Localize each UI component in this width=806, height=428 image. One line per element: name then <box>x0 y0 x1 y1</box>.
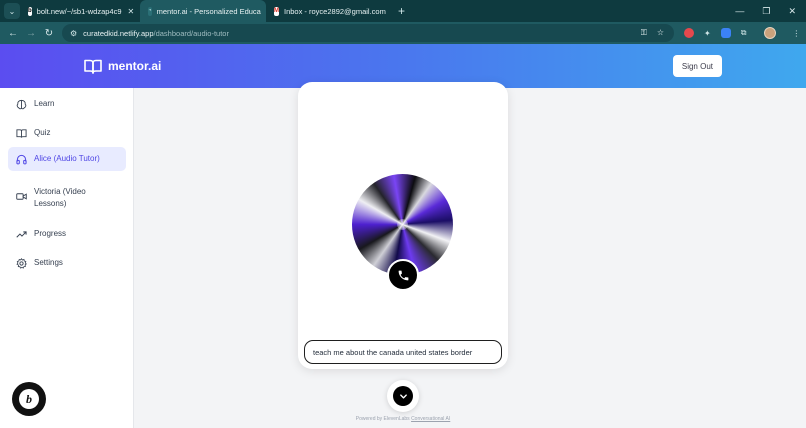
tab-bolt[interactable]: b bolt.new/~/sb1-wdzap4c9 ✕ <box>20 0 140 22</box>
password-key-icon[interactable]: ⚿ <box>641 28 647 38</box>
close-icon[interactable]: ✕ <box>386 7 393 16</box>
back-icon[interactable]: ← <box>4 28 22 39</box>
gear-icon <box>16 258 27 269</box>
bolt-favicon-icon: b <box>28 6 32 16</box>
tab-mentor[interactable]: ◔ mentor.ai - Personalized Educa ✕ <box>140 0 266 22</box>
powered-by-text: Powered by ElevenLabs Conversational AI <box>340 416 466 422</box>
profile-avatar[interactable] <box>764 27 777 39</box>
close-icon[interactable]: ✕ <box>122 7 135 16</box>
video-icon <box>16 193 27 200</box>
powered-by-link[interactable]: Conversational AI <box>411 416 450 422</box>
sidebar-item-audio-tutor[interactable]: Alice (Audio Tutor) <box>8 147 126 171</box>
collapse-widget-button[interactable] <box>387 380 419 412</box>
sidebar-item-label: Settings <box>34 258 63 267</box>
sidebar-item-video-lessons[interactable]: Victoria (Video Lessons) <box>8 180 126 217</box>
bolt-b-icon: b <box>19 389 39 409</box>
extension-sparkle-icon[interactable]: ✦ <box>704 29 711 38</box>
chevron-down-icon <box>393 386 413 406</box>
book-open-icon <box>84 59 102 74</box>
tab-title: mentor.ai - Personalized Educa <box>156 6 261 16</box>
book-open-icon <box>16 129 27 138</box>
extensions-area: ✦ ⧉ ⋮ <box>684 27 800 39</box>
tab-title: bolt.new/~/sb1-wdzap4c9 <box>36 6 122 16</box>
forward-icon[interactable]: → <box>22 28 40 39</box>
restore-icon[interactable]: ❐ <box>762 6 770 17</box>
sidebar-item-label: Alice (Audio Tutor) <box>34 154 100 163</box>
sign-out-button[interactable]: Sign Out <box>672 55 722 77</box>
address-bar[interactable]: ⚙ curatedkid.netlify.app/dashboard/audio… <box>62 24 674 42</box>
tab-gmail[interactable]: M Inbox - royce2892@gmail.com ✕ <box>266 0 392 22</box>
minimize-icon[interactable]: — <box>735 6 744 17</box>
brain-icon <box>16 99 27 110</box>
trending-up-icon <box>16 231 27 238</box>
sidebar-item-label: Progress <box>34 229 67 238</box>
browser-tab-strip: ⌄ b bolt.new/~/sb1-wdzap4c9 ✕ ◔ mentor.a… <box>0 0 806 22</box>
sidebar: Learn Quiz Alice (Audio Tutor) Victoria … <box>0 88 134 428</box>
sidebar-item-quiz[interactable]: Quiz <box>8 121 126 145</box>
extension-blue-icon[interactable] <box>720 28 731 38</box>
brand-name: mentor.ai <box>108 59 162 73</box>
extensions-puzzle-icon[interactable]: ⧉ <box>741 28 747 38</box>
url-host: curatedkid.netlify.app <box>83 28 154 38</box>
sidebar-item-settings[interactable]: Settings <box>8 251 126 275</box>
phone-icon <box>398 270 408 280</box>
window-controls: — ❐ ✕ <box>735 6 806 17</box>
extension-record-icon[interactable] <box>684 28 694 38</box>
site-info-icon[interactable]: ⚙ <box>70 29 77 38</box>
sidebar-item-label: Learn <box>34 99 55 108</box>
sidebar-item-label: Victoria (Video Lessons) <box>34 187 86 209</box>
headphones-icon <box>16 154 27 165</box>
new-tab-button[interactable]: + <box>398 4 405 18</box>
sidebar-item-learn[interactable]: Learn <box>8 92 126 116</box>
tab-title: Inbox - royce2892@gmail.com <box>284 6 386 16</box>
tab-search-button[interactable]: ⌄ <box>4 3 20 19</box>
reload-icon[interactable]: ↻ <box>40 28 58 39</box>
bolt-badge[interactable]: b <box>12 382 46 416</box>
close-window-icon[interactable]: ✕ <box>788 6 796 17</box>
browser-menu-icon[interactable]: ⋮ <box>792 29 800 38</box>
start-call-button[interactable] <box>387 259 419 291</box>
powered-by-prefix: Powered by ElevenLabs <box>355 416 410 422</box>
message-input[interactable] <box>304 340 502 364</box>
bookmark-star-icon[interactable]: ☆ <box>657 28 664 38</box>
gmail-favicon-icon: M <box>274 6 279 16</box>
sidebar-item-progress[interactable]: Progress <box>8 222 126 246</box>
browser-toolbar: ← → ↻ ⚙ curatedkid.netlify.app/dashboard… <box>0 22 806 44</box>
sidebar-item-label: Quiz <box>34 128 51 137</box>
url-path: /dashboard/audio-tutor <box>153 28 229 38</box>
mentor-favicon-icon: ◔ <box>148 6 152 16</box>
brand-logo[interactable]: mentor.ai <box>84 59 161 74</box>
